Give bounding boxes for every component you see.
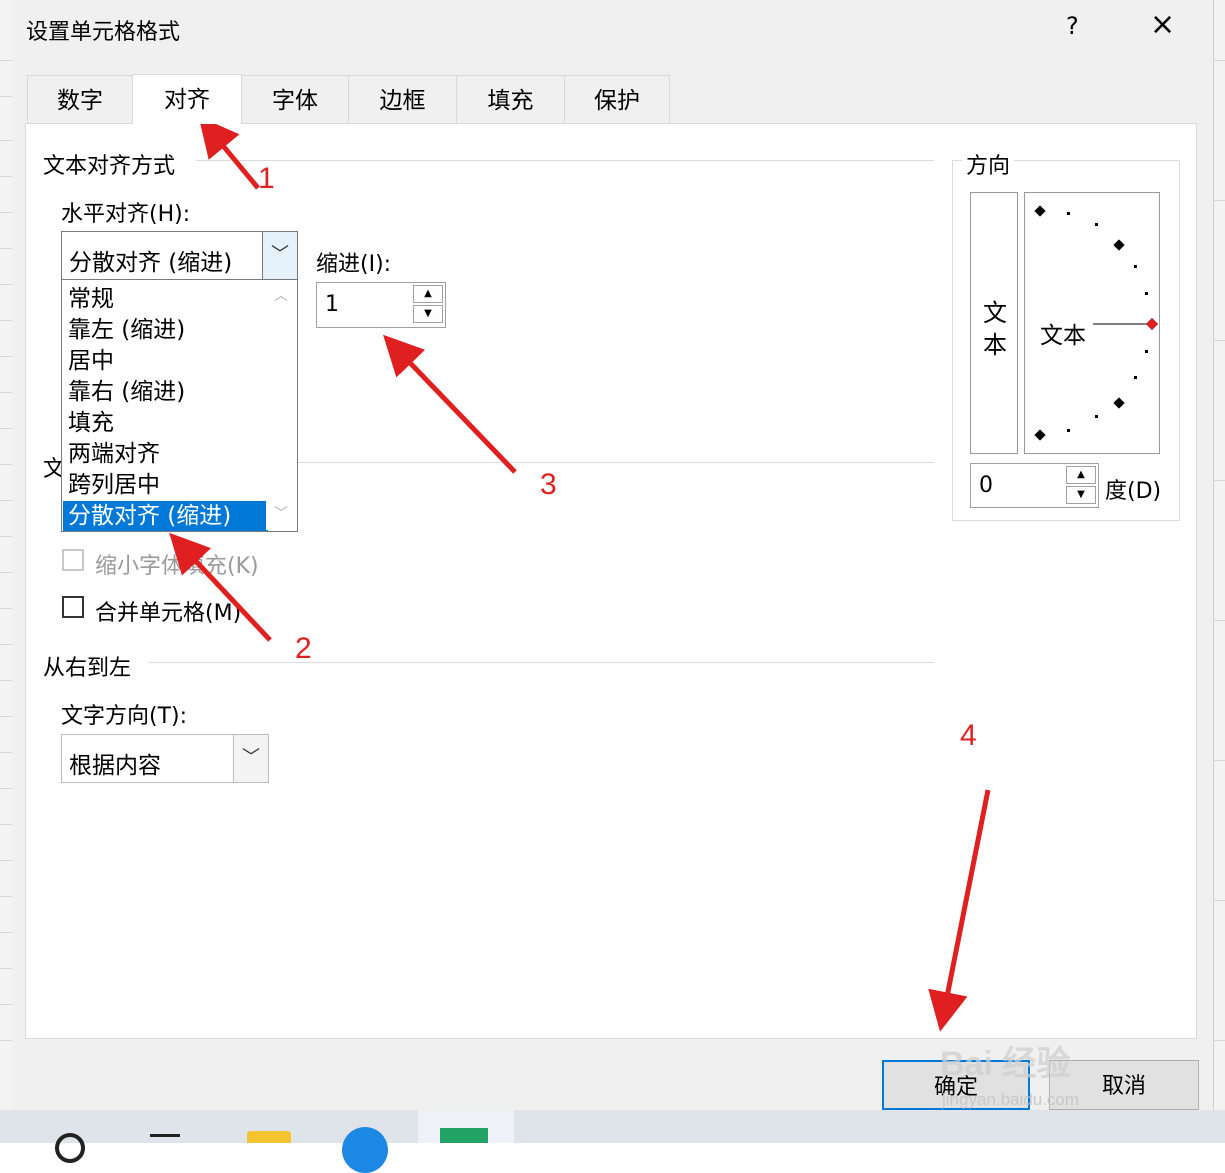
scroll-down-icon[interactable]: ﹀ — [274, 503, 288, 523]
scroll-up-icon[interactable]: ︿ — [274, 285, 288, 305]
list-item[interactable]: 跨列居中 — [68, 470, 160, 500]
annotation-label-1: 1 — [258, 162, 275, 195]
tab-alignment[interactable]: 对齐 — [132, 74, 242, 124]
list-item-selected[interactable]: 分散对齐 (缩进) — [63, 501, 268, 531]
list-item[interactable]: 居中 — [68, 346, 114, 376]
list-item[interactable]: 填充 — [68, 408, 114, 438]
baidu-watermark-url: jingyan.baidu.com — [942, 1090, 1080, 1109]
list-item[interactable]: 两端对齐 — [68, 439, 160, 469]
annotation-label-3: 3 — [540, 468, 557, 501]
annotation-arrow-4 — [928, 789, 991, 1032]
list-item[interactable]: 常规 — [68, 284, 114, 314]
horizontal-align-dropdown: 常规 靠左 (缩进) 居中 靠右 (缩进) 填充 两端对齐 跨列居中 分散对齐 … — [61, 279, 298, 532]
baidu-watermark: Bai 经验 — [940, 1045, 1071, 1083]
annotation-arrow-2 — [169, 532, 272, 642]
list-item[interactable]: 靠左 (缩进) — [68, 315, 185, 345]
list-item[interactable]: 靠右 (缩进) — [68, 377, 185, 407]
annotation-arrows — [169, 116, 991, 1032]
annotation-arrow-3 — [383, 334, 517, 474]
annotation-label-4: 4 — [960, 719, 977, 752]
dropdown-scrollbar[interactable]: ︿ ﹀ — [266, 281, 296, 530]
annotation-arrow-1 — [198, 116, 260, 190]
annotation-label-2: 2 — [295, 632, 312, 665]
